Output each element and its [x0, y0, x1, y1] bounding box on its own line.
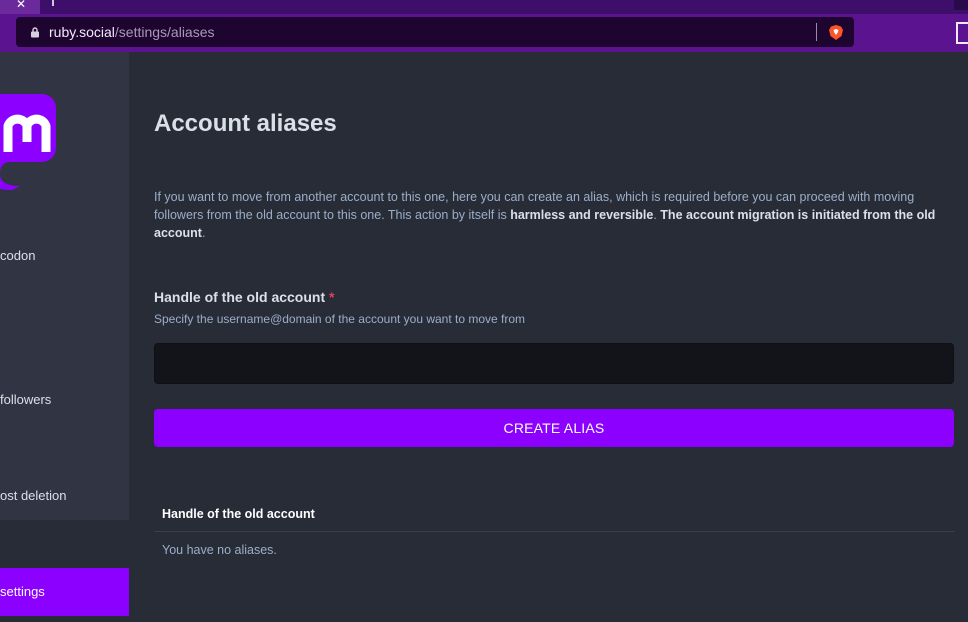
url-path: /settings/aliases — [114, 24, 215, 40]
tab-close-icon[interactable]: ✕ — [0, 0, 40, 14]
sidebar-item-settings-label: settings — [0, 584, 45, 599]
old-account-hint: Specify the username@domain of the accou… — [154, 312, 526, 326]
browser-toolbar: ruby.social/settings/aliases — [0, 14, 968, 52]
address-bar-divider — [816, 23, 817, 41]
old-account-label-text: Handle of the old account — [154, 289, 326, 305]
brave-shield-icon[interactable] — [828, 24, 844, 41]
sidebar-item-followers[interactable]: followers — [0, 392, 51, 407]
sidebar: codon followers ost deletion settings — [0, 52, 129, 622]
url-text: ruby.social/settings/aliases — [49, 24, 215, 40]
browser-tabstrip: ✕ — [0, 0, 968, 14]
intro-bold-1: harmless and reversible — [510, 208, 654, 222]
page-title: Account aliases — [154, 110, 337, 137]
url-host: ruby.social — [49, 24, 115, 40]
aliases-empty-message: You have no aliases. — [162, 543, 277, 557]
create-alias-button[interactable]: CREATE ALIAS — [154, 409, 954, 447]
intro-text: If you want to move from another account… — [154, 188, 954, 242]
old-account-label: Handle of the old account * — [154, 289, 334, 305]
sidebar-item-settings[interactable]: settings — [0, 568, 129, 616]
tabstrip-corner — [954, 0, 968, 10]
mastodon-logo-icon[interactable] — [0, 90, 60, 190]
address-bar[interactable]: ruby.social/settings/aliases — [16, 17, 854, 47]
aliases-table-header: Handle of the old account — [154, 500, 954, 532]
sidebar-item-mastodon[interactable]: codon — [0, 248, 35, 263]
intro-part-3: . — [201, 226, 206, 240]
required-mark: * — [329, 289, 335, 305]
extension-icon[interactable] — [956, 22, 968, 44]
sidebar-item-post-deletion[interactable]: ost deletion — [0, 488, 67, 503]
aliases-table-column-handle: Handle of the old account — [162, 507, 315, 521]
lock-icon — [31, 27, 39, 38]
tab-edge — [52, 0, 54, 6]
old-account-handle-input[interactable] — [154, 343, 954, 384]
main-content: Account aliases If you want to move from… — [129, 52, 968, 622]
